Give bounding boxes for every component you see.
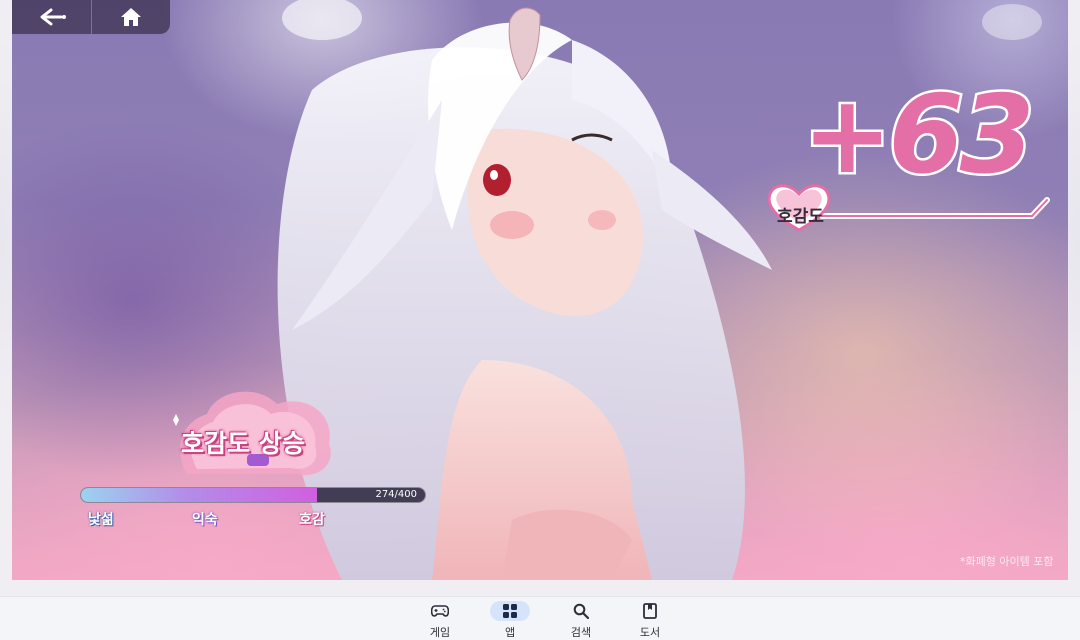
tab-apps-label: 앱 — [504, 626, 516, 639]
tab-game[interactable]: 게임 — [415, 601, 465, 640]
affinity-gain-number: +63 — [800, 73, 1038, 198]
score-underline — [819, 197, 1050, 219]
tab-search-label: 검색 — [570, 626, 592, 639]
tab-books[interactable]: 도서 — [625, 601, 675, 640]
home-button[interactable] — [91, 0, 170, 34]
disclaimer-text: *화폐형 아이템 포함 — [960, 555, 1054, 568]
affinity-progress-fill — [81, 488, 317, 502]
tab-search[interactable]: 검색 — [556, 601, 606, 640]
affinity-progress-bar: 274/400 — [80, 487, 426, 503]
home-icon — [121, 8, 141, 26]
search-icon — [573, 603, 589, 619]
gamepad-icon — [431, 605, 449, 617]
game-viewport[interactable]: +63 호감도 호감도 상승 274/400 낯섦 익숙 호감 *화폐형 아이템… — [12, 0, 1068, 580]
affinity-progress-value: 274/400 — [375, 489, 417, 500]
tab-game-label: 게임 — [429, 626, 451, 639]
tab-books-label: 도서 — [639, 626, 661, 639]
bottom-navigation-bar: 게임 앱 검색 도서 — [0, 596, 1080, 640]
apps-grid-icon — [503, 604, 517, 618]
affinity-label: 호감도 — [777, 207, 824, 227]
affinity-up-banner: 호감도 상승 — [167, 384, 339, 484]
top-nav — [12, 0, 170, 34]
affinity-heart-label: 호감도 — [764, 178, 834, 234]
back-arrow-icon — [40, 8, 66, 26]
book-icon — [643, 603, 657, 619]
stage-label-3: 호감 — [299, 512, 325, 528]
banner-text: 호감도 상승 — [181, 429, 305, 458]
stage-label-1: 낯섦 — [88, 512, 114, 528]
stage-label-2: 익숙 — [192, 512, 218, 528]
back-button[interactable] — [12, 0, 91, 34]
tab-apps[interactable]: 앱 — [485, 601, 535, 640]
